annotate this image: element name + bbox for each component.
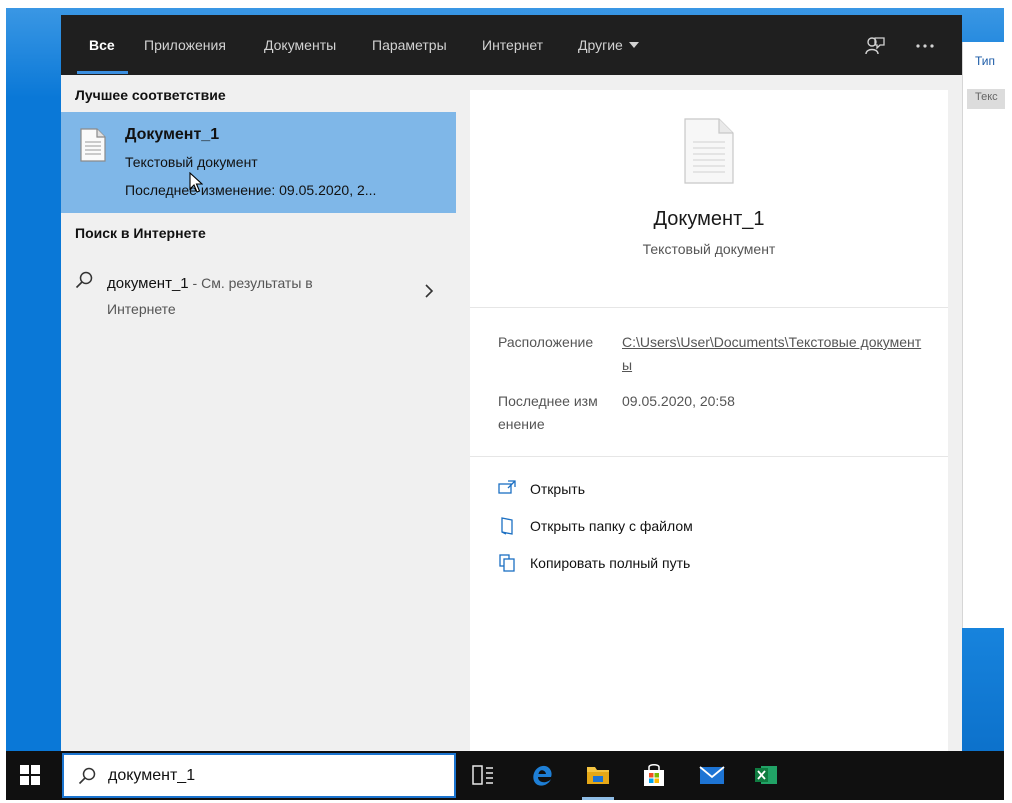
search-panel: Все Приложения Документы Параметры Интер… [61, 15, 962, 751]
best-match-type: Текстовый документ [125, 154, 258, 170]
running-indicator [582, 797, 614, 800]
file-explorer-icon [587, 767, 609, 784]
web-search-hint-cont: Интернете [107, 301, 176, 317]
best-match-item[interactable]: Документ_1 Текстовый документ Последнее … [61, 112, 456, 213]
web-search-header: Поиск в Интернете [75, 225, 206, 241]
web-search-query: документ_1 [107, 275, 189, 292]
file-row[interactable]: Текс [967, 89, 1005, 109]
tab-internet[interactable]: Интернет [482, 37, 543, 53]
preview-type: Текстовый документ [642, 241, 776, 257]
search-input-value: документ_1 [108, 767, 196, 784]
task-view-icon [472, 765, 493, 785]
tab-all[interactable]: Все [89, 37, 115, 53]
edge-icon [533, 765, 552, 786]
more-options-icon[interactable] [913, 35, 939, 57]
file-explorer-button[interactable] [574, 751, 622, 800]
taskbar: документ_1 [6, 751, 1004, 800]
chevron-right-icon[interactable] [424, 283, 434, 304]
location-link[interactable]: C:\Users\User\Documents\Текстовые докуме… [622, 331, 927, 377]
open-action-label: Открыть [530, 481, 585, 497]
open-folder-action-label: Открыть папку с файлом [530, 518, 693, 534]
document-preview-icon [684, 118, 734, 189]
location-label: Расположение [498, 334, 594, 350]
open-folder-icon [498, 517, 516, 540]
divider [470, 456, 948, 457]
excel-icon [755, 766, 777, 784]
web-search-query-line: документ_1 - См. результаты в [107, 275, 313, 292]
best-match-header: Лучшее соответствие [75, 87, 226, 103]
divider [470, 307, 948, 308]
copy-path-action-label: Копировать полный путь [530, 555, 691, 571]
web-search-item[interactable]: документ_1 - См. результаты в Интернете [61, 261, 456, 319]
preview-title: Документ_1 [653, 208, 765, 230]
taskbar-search-input[interactable]: документ_1 [62, 753, 456, 798]
background-explorer-window[interactable]: Тип Текс [962, 42, 1005, 628]
preview-pane: Документ_1 Текстовый документ Расположен… [470, 90, 948, 751]
mail-button[interactable] [688, 751, 736, 800]
edge-button[interactable] [518, 751, 566, 800]
file-row-type: Текс [975, 91, 998, 103]
tab-apps[interactable]: Приложения [144, 37, 226, 53]
search-icon [75, 271, 93, 294]
best-match-modified: Последнее изменение: 09.05.2020, 2... [125, 182, 377, 198]
best-match-title: Документ_1 [125, 126, 220, 143]
feedback-icon[interactable] [864, 35, 890, 57]
task-view-button[interactable] [458, 751, 506, 800]
mail-icon [699, 766, 725, 784]
open-icon [498, 480, 516, 503]
tab-other[interactable]: Другие [578, 37, 639, 53]
excel-button[interactable] [742, 751, 790, 800]
store-button[interactable] [630, 751, 678, 800]
windows-start-icon[interactable] [20, 765, 40, 790]
text-document-icon [80, 128, 106, 167]
tab-documents[interactable]: Документы [264, 37, 336, 53]
copy-path-icon [498, 554, 516, 577]
caret-down-icon [628, 42, 639, 49]
search-tabs-bar: Все Приложения Документы Параметры Интер… [61, 15, 962, 75]
tab-settings[interactable]: Параметры [372, 37, 447, 53]
tab-other-label: Другие [578, 37, 623, 53]
web-search-hint: - См. результаты в [188, 275, 313, 291]
search-icon [78, 767, 96, 790]
modified-label: Последнее изм енение [498, 393, 598, 432]
column-header-type[interactable]: Тип [975, 54, 995, 68]
store-icon [644, 764, 664, 786]
results-pane: Лучшее соответствие Документ_1 Текстовый… [61, 75, 456, 751]
modified-value: 09.05.2020, 20:58 [622, 393, 735, 409]
active-tab-indicator [77, 71, 128, 74]
